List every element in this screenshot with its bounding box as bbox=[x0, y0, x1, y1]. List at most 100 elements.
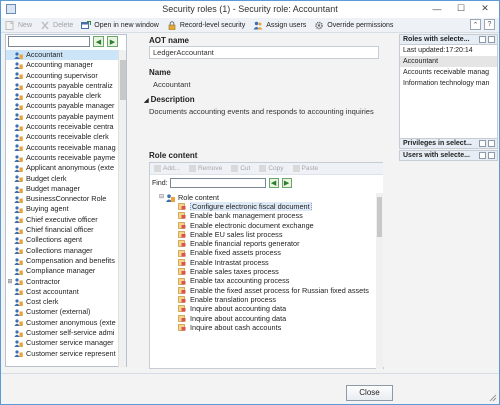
role-list-item[interactable]: Budget manager bbox=[6, 184, 119, 194]
role-content-item-label: Enable fixed assets process bbox=[190, 248, 281, 258]
related-role-item[interactable]: Information technology man bbox=[400, 78, 497, 89]
role-list-item[interactable]: Cost accountant bbox=[6, 287, 119, 297]
pane-expand-icon[interactable] bbox=[488, 140, 495, 147]
copy-button[interactable]: Copy bbox=[259, 165, 284, 172]
cut-button[interactable]: Cut bbox=[231, 165, 250, 172]
role-list-item[interactable]: Collections agent bbox=[6, 235, 119, 245]
related-role-item[interactable]: Accountant bbox=[400, 56, 497, 67]
minimize-button[interactable]: — bbox=[425, 1, 449, 16]
expand-icon[interactable]: ⊞ bbox=[6, 277, 14, 287]
role-list-item[interactable]: Accounting supervisor bbox=[6, 71, 119, 81]
role-content-item[interactable]: Enable Intrastat process bbox=[150, 258, 376, 267]
role-list-item-label: Accounts receivable centra bbox=[26, 122, 114, 132]
role-list-item[interactable]: Customer self-service admi bbox=[6, 328, 119, 338]
find-input[interactable] bbox=[169, 178, 266, 188]
related-role-item[interactable]: Accounts receivable manag bbox=[400, 67, 497, 78]
maximize-button[interactable]: ☐ bbox=[449, 1, 473, 16]
assign-users-button[interactable]: Assign users bbox=[253, 21, 306, 30]
role-list-item[interactable]: Applicant anonymous (exte bbox=[6, 163, 119, 173]
open-new-window-button[interactable]: Open in new window bbox=[81, 20, 159, 30]
role-list-item[interactable]: Accounts payable clerk bbox=[6, 91, 119, 101]
role-list-item-label: Accounts receivable manag bbox=[26, 142, 116, 152]
role-list-item[interactable]: Accounts receivable centra bbox=[6, 122, 119, 132]
pane-collapse-icon[interactable] bbox=[488, 36, 495, 43]
role-list-item[interactable]: Chief executive officer bbox=[6, 215, 119, 225]
close-button[interactable]: Close bbox=[346, 385, 393, 401]
role-content-item[interactable]: Enable the fixed asset process for Russi… bbox=[150, 286, 376, 295]
description-text[interactable]: Documents accounting events and responds… bbox=[149, 107, 374, 116]
role-list-item[interactable]: Accounts receivable payme bbox=[6, 153, 119, 163]
role-list-item[interactable]: Buying agent bbox=[6, 204, 119, 214]
collapse-toolbar-icon[interactable]: ⌃ bbox=[470, 19, 481, 30]
role-list-item[interactable]: Customer (external) bbox=[6, 307, 119, 317]
description-section[interactable]: ◢ Description bbox=[144, 95, 195, 104]
name-field[interactable]: Accountant bbox=[149, 78, 379, 91]
role-content-scroll-thumb[interactable] bbox=[377, 197, 382, 237]
tree-root-node[interactable]: ⊟ Role content bbox=[150, 193, 376, 202]
detail-scrollbar[interactable] bbox=[383, 34, 391, 367]
role-search-input[interactable] bbox=[8, 36, 90, 47]
role-list-item[interactable]: ⊞ Contractor bbox=[6, 277, 119, 287]
role-list-scroll-thumb[interactable] bbox=[120, 60, 126, 100]
search-next-icon[interactable]: ▶ bbox=[107, 36, 118, 47]
role-list-item[interactable]: Customer anonymous (exte bbox=[6, 318, 119, 328]
roles-with-selected-header[interactable]: Roles with selecte... bbox=[399, 34, 498, 45]
find-next-icon[interactable]: ▶ bbox=[281, 178, 292, 188]
role-icon bbox=[14, 144, 23, 152]
role-list-item[interactable]: Accounting manager bbox=[6, 60, 119, 70]
role-list-item[interactable]: Accounts receivable manag bbox=[6, 143, 119, 153]
help-icon[interactable]: ? bbox=[484, 19, 495, 30]
role-content-scrollbar[interactable] bbox=[376, 193, 383, 369]
role-content-item[interactable]: Inquire about accounting data bbox=[150, 304, 376, 313]
role-list-item[interactable]: BusinessConnector Role bbox=[6, 194, 119, 204]
add-button[interactable]: Add... bbox=[154, 165, 180, 172]
pane-options-icon[interactable] bbox=[479, 36, 486, 43]
role-list-item[interactable]: Compensation and benefits bbox=[6, 256, 119, 266]
search-previous-icon[interactable]: ◀ bbox=[93, 36, 104, 47]
role-content-item[interactable]: Inquire about accounting data bbox=[150, 314, 376, 323]
role-list: Accountant Accounting manager Accounting s… bbox=[6, 50, 119, 367]
role-list-item[interactable]: Budget clerk bbox=[6, 174, 119, 184]
role-list-item[interactable]: Collections manager bbox=[6, 246, 119, 256]
role-content-item[interactable]: Enable sales taxes process bbox=[150, 267, 376, 276]
pane-expand-icon[interactable] bbox=[488, 152, 495, 159]
paste-button[interactable]: Paste bbox=[292, 165, 318, 172]
pane-options-icon[interactable] bbox=[479, 152, 486, 159]
tree-collapse-icon[interactable]: ⊟ bbox=[159, 193, 166, 202]
role-content-item[interactable]: Enable financial reports generator bbox=[150, 239, 376, 248]
close-window-button[interactable]: ✕ bbox=[473, 1, 497, 16]
role-list-item[interactable]: Chief financial officer bbox=[6, 225, 119, 235]
override-permissions-button[interactable]: Override permissions bbox=[314, 21, 393, 30]
role-list-item[interactable]: Accounts receivable clerk bbox=[6, 132, 119, 142]
role-content-item[interactable]: Enable EU sales list process bbox=[150, 230, 376, 239]
role-list-item[interactable]: Compliance manager bbox=[6, 266, 119, 276]
role-list-item[interactable]: Accounts payable manager bbox=[6, 101, 119, 111]
remove-button[interactable]: Remove bbox=[188, 165, 222, 172]
role-icon bbox=[14, 196, 23, 203]
users-header[interactable]: Users with selecte... bbox=[399, 150, 498, 161]
role-list-scrollbar[interactable] bbox=[118, 50, 126, 367]
role-list-item[interactable]: Customer service manager bbox=[6, 338, 119, 348]
role-content-item[interactable]: Enable tax accounting process bbox=[150, 276, 376, 285]
role-list-item[interactable]: Accounts payable payment bbox=[6, 112, 119, 122]
aot-name-field[interactable]: LedgerAccountant bbox=[149, 46, 379, 59]
role-list-item[interactable]: Cost clerk bbox=[6, 297, 119, 307]
role-list-item[interactable]: Customer service represent bbox=[6, 349, 119, 359]
role-content-item[interactable]: Enable bank management process bbox=[150, 211, 376, 220]
role-list-item[interactable]: Accounts payable centraliz bbox=[6, 81, 119, 91]
find-previous-icon[interactable]: ◀ bbox=[268, 178, 279, 188]
resize-grip-icon[interactable] bbox=[489, 394, 497, 402]
pane-options-icon[interactable] bbox=[479, 140, 486, 147]
delete-button[interactable]: Delete bbox=[40, 21, 73, 30]
role-content-item[interactable]: Enable translation process bbox=[150, 295, 376, 304]
role-list-item-label: Applicant anonymous (exte bbox=[26, 163, 115, 173]
role-content-item[interactable]: Inquire about cash accounts bbox=[150, 323, 376, 332]
role-content-item[interactable]: Configure electronic fiscal document bbox=[150, 202, 376, 212]
duty-icon bbox=[178, 287, 186, 294]
privileges-header[interactable]: Privileges in select... bbox=[399, 138, 498, 149]
record-level-security-button[interactable]: Record-level security bbox=[167, 20, 245, 30]
new-button[interactable]: New bbox=[5, 20, 32, 30]
role-content-item[interactable]: Enable electronic document exchange bbox=[150, 221, 376, 230]
role-content-item[interactable]: Enable fixed assets process bbox=[150, 248, 376, 257]
role-list-item[interactable]: Accountant bbox=[6, 50, 119, 61]
